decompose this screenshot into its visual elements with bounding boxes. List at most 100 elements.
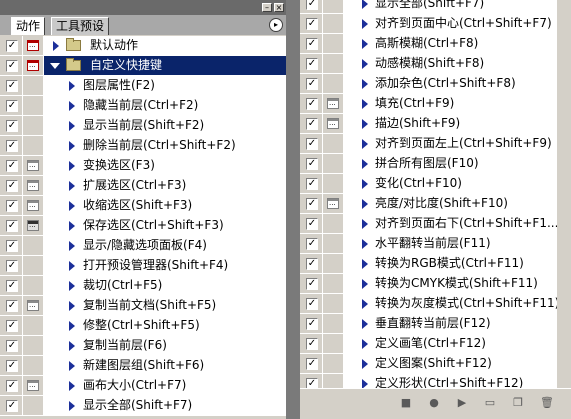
expand-right-icon[interactable] [69, 141, 75, 151]
checkbox-icon[interactable]: ✓ [306, 78, 318, 90]
expand-right-icon[interactable] [69, 321, 75, 331]
expand-down-icon[interactable] [50, 63, 60, 69]
dialog-toggle-cell[interactable] [23, 296, 44, 315]
toggle-item-cell[interactable]: ✓ [2, 196, 23, 215]
action-row[interactable]: ✓ 转换为RGB模式(Ctrl+F11) [300, 254, 571, 274]
record-icon[interactable]: ● [428, 397, 440, 409]
expand-right-icon[interactable] [362, 0, 368, 9]
row-content[interactable]: 复制当前层(F6) [44, 336, 286, 355]
checkbox-icon[interactable]: ✓ [306, 198, 318, 210]
expand-right-icon[interactable] [362, 239, 368, 249]
row-content[interactable]: 自定义快捷键 [44, 56, 286, 75]
expand-right-icon[interactable] [69, 161, 75, 171]
row-content[interactable]: 复制当前文档(Shift+F5) [44, 296, 286, 315]
checkbox-icon[interactable]: ✓ [6, 40, 18, 52]
toggle-item-cell[interactable]: ✓ [2, 36, 23, 55]
dialog-icon[interactable] [27, 200, 39, 211]
expand-right-icon[interactable] [362, 39, 368, 49]
toggle-item-cell[interactable]: ✓ [2, 96, 23, 115]
dialog-toggle-cell[interactable] [323, 314, 344, 333]
row-content[interactable]: 保存选区(Ctrl+Shift+F3) [44, 216, 286, 235]
action-row[interactable]: ✓ 复制当前层(F6) [0, 336, 286, 356]
checkbox-icon[interactable]: ✓ [306, 218, 318, 230]
expand-right-icon[interactable] [362, 319, 368, 329]
toggle-item-cell[interactable]: ✓ [302, 14, 323, 33]
action-row[interactable]: ✓ 画布大小(Ctrl+F7) [0, 376, 286, 396]
expand-right-icon[interactable] [69, 241, 75, 251]
expand-right-icon[interactable] [362, 59, 368, 69]
checkbox-icon[interactable]: ✓ [6, 80, 18, 92]
dialog-toggle-cell[interactable] [23, 376, 44, 395]
row-content[interactable]: 描边(Shift+F9) [344, 114, 571, 133]
dialog-icon[interactable] [27, 380, 39, 391]
dialog-toggle-cell[interactable] [323, 54, 344, 73]
row-content[interactable]: 扩展选区(Ctrl+F3) [44, 176, 286, 195]
expand-right-icon[interactable] [362, 339, 368, 349]
toggle-item-cell[interactable]: ✓ [302, 154, 323, 173]
action-row[interactable]: ✓ 裁切(Ctrl+F5) [0, 276, 286, 296]
expand-right-icon[interactable] [362, 139, 368, 149]
checkbox-icon[interactable]: ✓ [6, 260, 18, 272]
close-icon[interactable]: × [274, 3, 284, 12]
action-row[interactable]: ✓ 复制当前文档(Shift+F5) [0, 296, 286, 316]
row-content[interactable]: 填充(Ctrl+F9) [344, 94, 571, 113]
checkbox-icon[interactable]: ✓ [6, 100, 18, 112]
row-content[interactable]: 拼合所有图层(F10) [344, 154, 571, 173]
checkbox-icon[interactable]: ✓ [306, 298, 318, 310]
toggle-item-cell[interactable]: ✓ [2, 316, 23, 335]
row-content[interactable]: 显示当前层(Shift+F2) [44, 116, 286, 135]
expand-right-icon[interactable] [69, 401, 75, 411]
toggle-item-cell[interactable]: ✓ [2, 396, 23, 415]
toggle-item-cell[interactable]: ✓ [302, 354, 323, 373]
expand-right-icon[interactable] [362, 119, 368, 129]
dialog-toggle-cell[interactable] [323, 214, 344, 233]
checkbox-icon[interactable]: ✓ [6, 300, 18, 312]
action-row[interactable]: ✓ 描边(Shift+F9) [300, 114, 571, 134]
dialog-toggle-cell[interactable] [23, 316, 44, 335]
action-row[interactable]: ✓ 图层属性(F2) [0, 76, 286, 96]
action-row[interactable]: ✓ 扩展选区(Ctrl+F3) [0, 176, 286, 196]
expand-right-icon[interactable] [362, 159, 368, 169]
row-content[interactable]: 定义画笔(Ctrl+F12) [344, 334, 571, 353]
row-content[interactable]: 高斯模糊(Ctrl+F8) [344, 34, 571, 53]
expand-right-icon[interactable] [362, 259, 368, 269]
row-content[interactable]: 对齐到页面中心(Ctrl+Shift+F7) [344, 14, 571, 33]
delete-icon[interactable]: 🗑 [540, 397, 554, 409]
toggle-item-cell[interactable]: ✓ [302, 234, 323, 253]
action-row[interactable]: ✓ 拼合所有图层(F10) [300, 154, 571, 174]
row-content[interactable]: 修整(Ctrl+Shift+F5) [44, 316, 286, 335]
action-row[interactable]: ✓ 动感模糊(Shift+F8) [300, 54, 571, 74]
row-content[interactable]: 动感模糊(Shift+F8) [344, 54, 571, 73]
row-content[interactable]: 显示全部(Shift+F7) [44, 396, 286, 415]
toggle-item-cell[interactable]: ✓ [2, 56, 23, 75]
action-row[interactable]: ✓ 亮度/对比度(Shift+F10) [300, 194, 571, 214]
toggle-item-cell[interactable]: ✓ [2, 176, 23, 195]
tab-actions[interactable]: 动作 [11, 17, 46, 35]
toggle-item-cell[interactable]: ✓ [2, 216, 23, 235]
dialog-icon[interactable] [27, 220, 39, 231]
action-row[interactable]: ✓ 删除当前层(Ctrl+Shift+F2) [0, 136, 286, 156]
toggle-item-cell[interactable]: ✓ [2, 356, 23, 375]
expand-right-icon[interactable] [69, 361, 75, 371]
checkbox-icon[interactable]: ✓ [306, 138, 318, 150]
row-content[interactable]: 垂直翻转当前层(F12) [344, 314, 571, 333]
expand-right-icon[interactable] [69, 281, 75, 291]
row-content[interactable]: 删除当前层(Ctrl+Shift+F2) [44, 136, 286, 155]
action-row[interactable]: ✓ 显示/隐藏选项面板(F4) [0, 236, 286, 256]
expand-right-icon[interactable] [69, 201, 75, 211]
action-row[interactable]: ✓ 添加杂色(Ctrl+Shift+F8) [300, 74, 571, 94]
play-icon[interactable]: ▶ [456, 397, 468, 409]
dialog-icon[interactable] [327, 118, 339, 129]
dialog-icon[interactable] [27, 160, 39, 171]
row-content[interactable]: 图层属性(F2) [44, 76, 286, 95]
toggle-item-cell[interactable]: ✓ [302, 174, 323, 193]
dialog-toggle-cell[interactable] [323, 274, 344, 293]
checkbox-icon[interactable]: ✓ [6, 220, 18, 232]
dialog-icon[interactable] [327, 198, 339, 209]
row-content[interactable]: 显示/隐藏选项面板(F4) [44, 236, 286, 255]
toggle-item-cell[interactable]: ✓ [302, 194, 323, 213]
toggle-item-cell[interactable]: ✓ [302, 334, 323, 353]
dialog-toggle-cell[interactable] [23, 236, 44, 255]
checkbox-icon[interactable]: ✓ [306, 38, 318, 50]
checkbox-icon[interactable]: ✓ [306, 98, 318, 110]
